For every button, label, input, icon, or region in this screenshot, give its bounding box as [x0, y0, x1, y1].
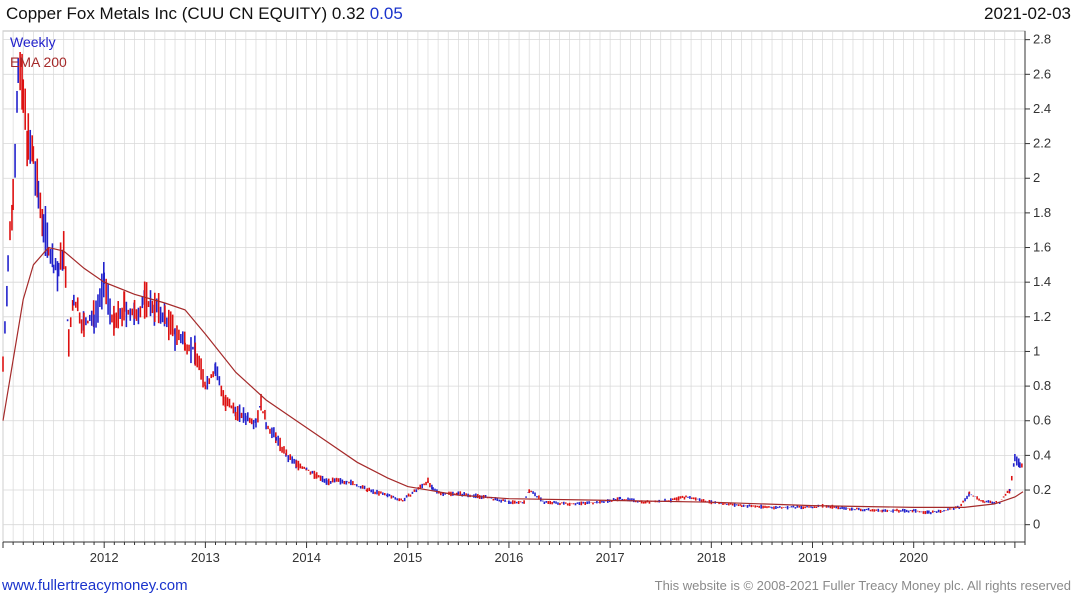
- chart-legend: Weekly EMA 200: [10, 32, 67, 72]
- legend-weekly: Weekly: [10, 34, 56, 50]
- y-tick-label: 1: [1033, 343, 1040, 358]
- x-tick-label: 2017: [596, 550, 625, 565]
- chart-title: Copper Fox Metals Inc (CUU CN EQUITY) 0.…: [6, 4, 403, 24]
- x-tick-label: 2014: [292, 550, 321, 565]
- x-tick-label: 2012: [90, 550, 119, 565]
- ema-200-line: [2, 246, 1024, 508]
- chart-title-text: Copper Fox Metals Inc (CUU CN EQUITY) 0.…: [6, 4, 365, 23]
- legend-ema-200: EMA 200: [10, 54, 67, 70]
- y-tick-label: 2: [1033, 170, 1040, 185]
- y-tick-label: 2.6: [1033, 66, 1051, 81]
- y-tick-label: 0.8: [1033, 378, 1051, 393]
- price-change: 0.05: [369, 4, 403, 23]
- x-tick-label: 2019: [798, 550, 827, 565]
- x-tick-label: 2020: [899, 550, 928, 565]
- y-tick-label: 1.4: [1033, 274, 1051, 289]
- y-tick-label: 1.8: [1033, 205, 1051, 220]
- y-tick-label: 1.2: [1033, 309, 1051, 324]
- y-tick-label: 0: [1033, 517, 1040, 532]
- x-tick-label: 2013: [191, 550, 220, 565]
- y-tick-label: 2.8: [1033, 32, 1051, 47]
- y-tick-label: 0.6: [1033, 413, 1051, 428]
- x-tick-label: 2016: [494, 550, 523, 565]
- price-chart: 0 0.2 0.4 0.6 0.8 1 1.2 1.4 1.6 1.8 2 2.2 2.4 2.6 2.8 2…: [2, 30, 1051, 565]
- x-tick-label: 2015: [393, 550, 422, 565]
- site-link[interactable]: www.fullertreacymoney.com: [2, 577, 188, 594]
- plot-frame: [2, 30, 1026, 543]
- y-tick-label: 2.4: [1033, 101, 1051, 116]
- y-tick-label: 2.2: [1033, 136, 1051, 151]
- y-tick-label: 0.4: [1033, 447, 1051, 462]
- y-tick-label: 0.2: [1033, 482, 1051, 497]
- chart-date: 2021-02-03: [984, 4, 1071, 23]
- y-tick-label: 1.6: [1033, 240, 1051, 255]
- x-tick-label: 2018: [697, 550, 726, 565]
- copyright-text: This website is © 2008-2021 Fuller Treac…: [654, 578, 1071, 593]
